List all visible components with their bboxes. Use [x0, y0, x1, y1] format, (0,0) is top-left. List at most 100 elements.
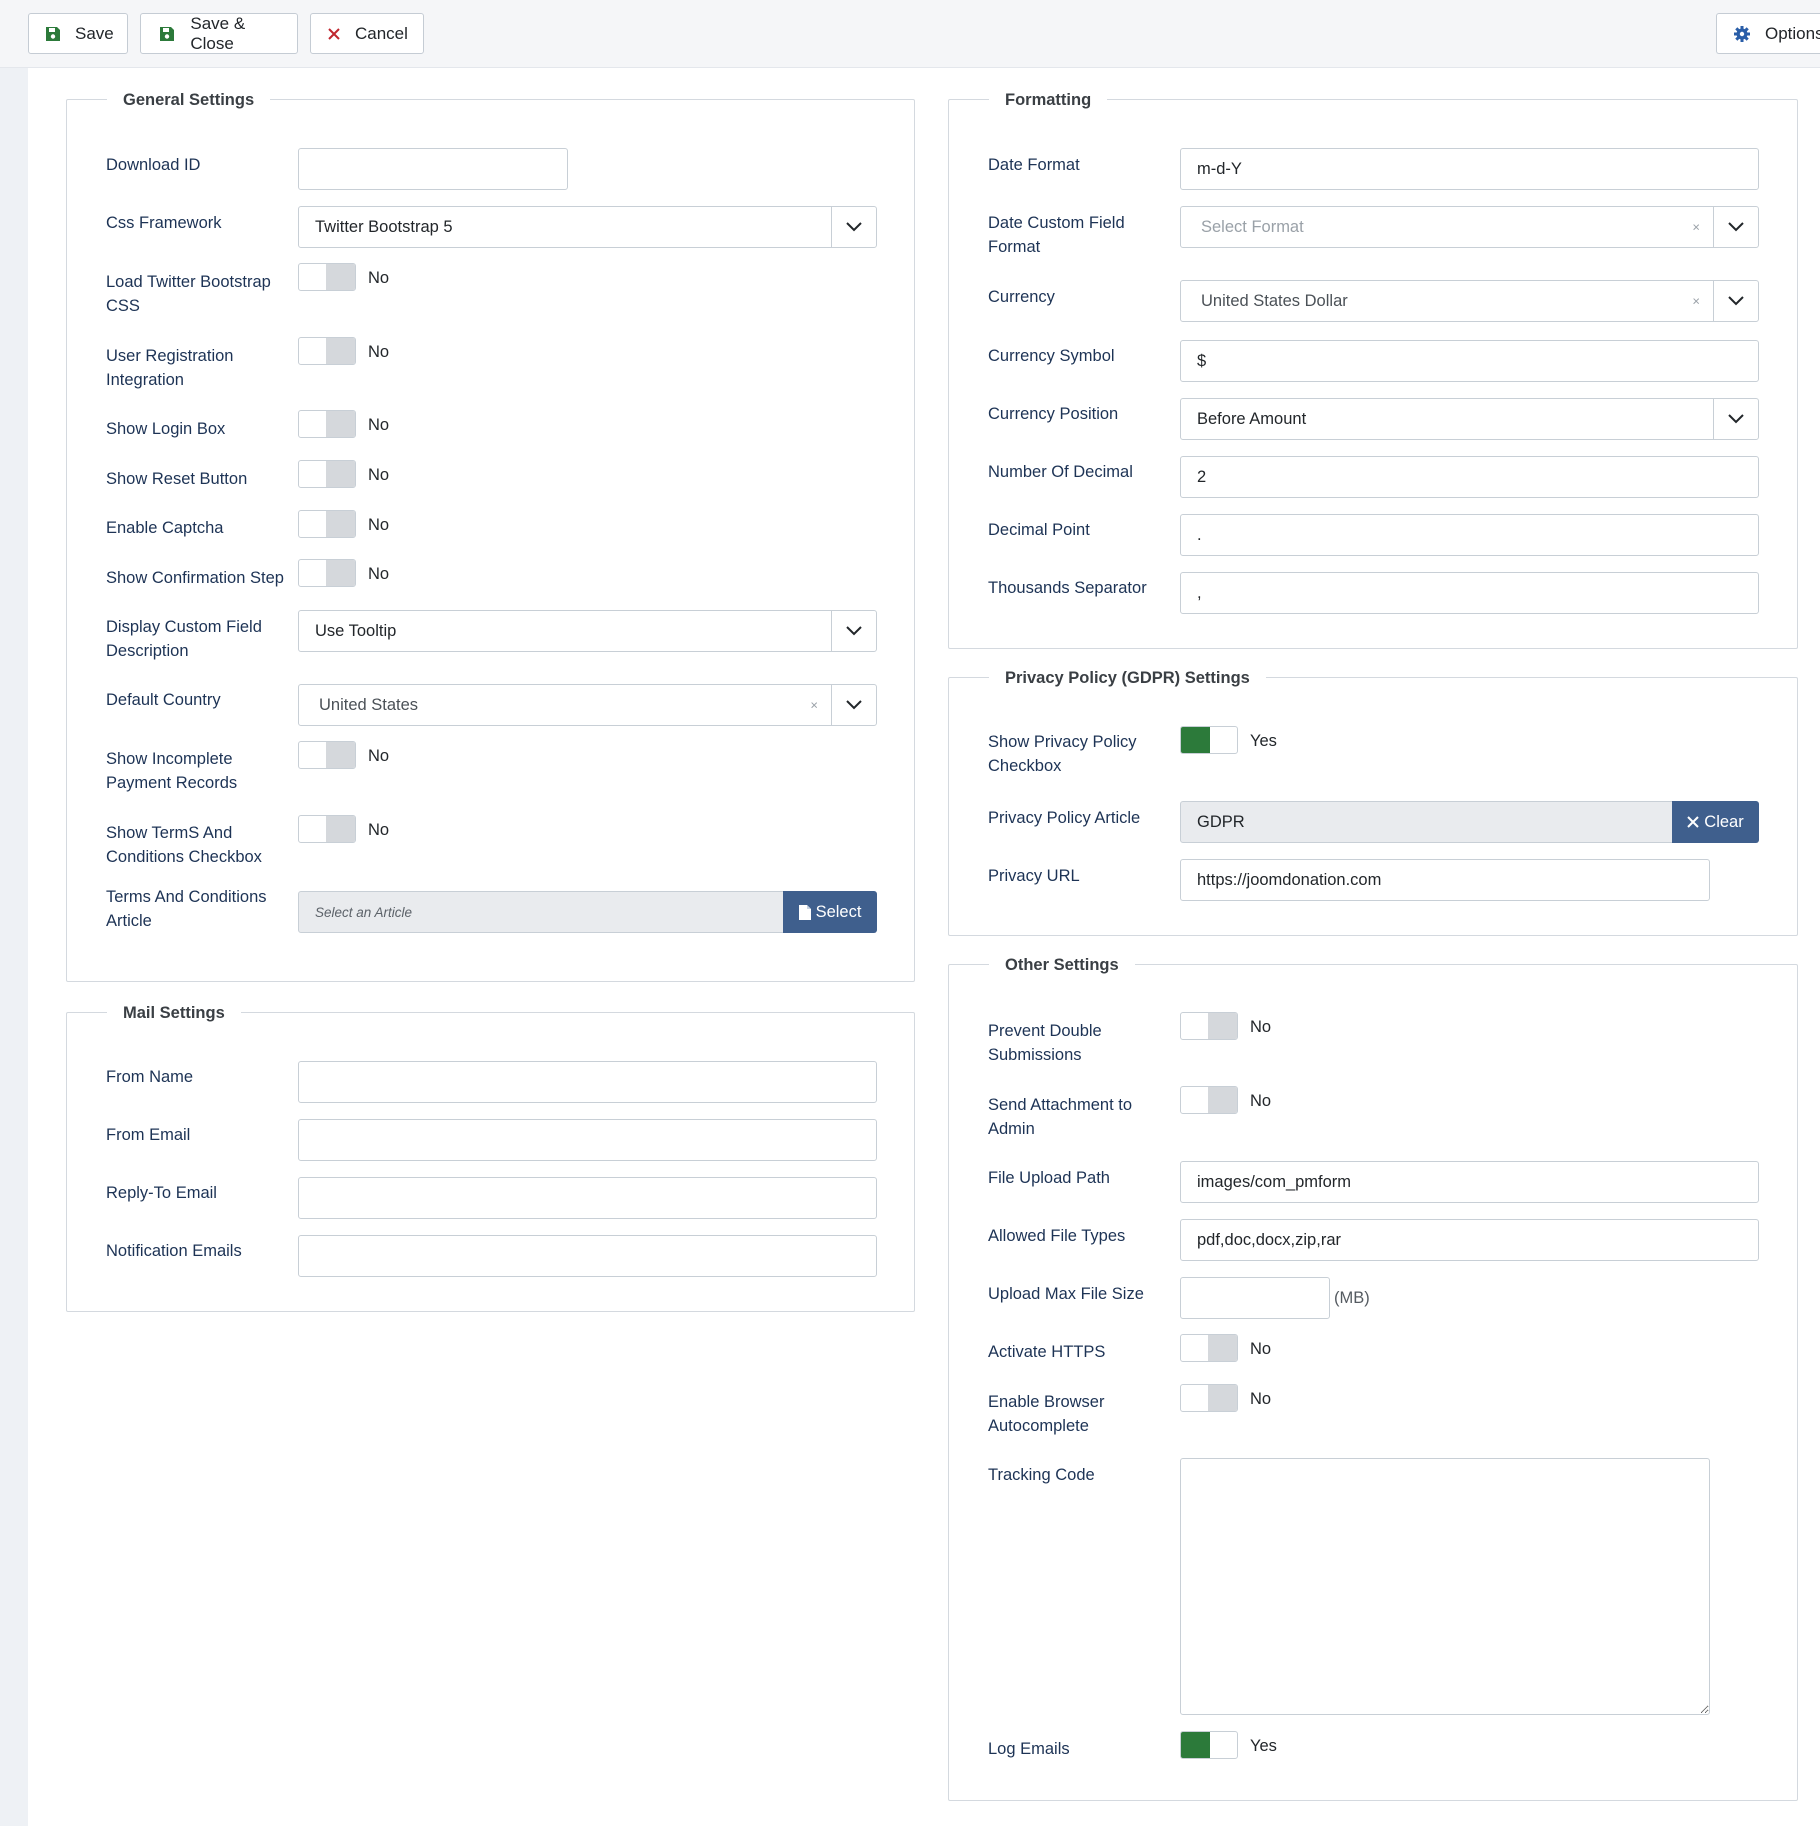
from-name-label: From Name: [106, 1068, 194, 1086]
send-attachment-value: No: [1250, 1092, 1272, 1110]
activate-https-toggle[interactable]: [1180, 1334, 1238, 1362]
date-format-label: Date Format: [988, 156, 1080, 174]
show-reset-label: Show Reset Button: [106, 470, 248, 488]
reply-to-label: Reply-To Email: [106, 1184, 217, 1202]
thousands-sep-value: ,: [1197, 583, 1202, 602]
show-login-label: Show Login Box: [106, 420, 226, 438]
show-reset-toggle[interactable]: [298, 460, 356, 488]
clear-article-button[interactable]: Clear: [1672, 801, 1759, 843]
enable-captcha-toggle[interactable]: [298, 510, 356, 538]
date-cf-format-select[interactable]: Select Format ×: [1180, 206, 1759, 248]
chevron-down-icon: [1713, 281, 1758, 321]
currency-position-select[interactable]: Before Amount: [1180, 398, 1759, 440]
other-settings-fieldset: Other Settings Prevent Double Submission…: [948, 953, 1798, 1801]
upload-path-label: File Upload Path: [988, 1169, 1110, 1187]
num-decimal-label: Number Of Decimal: [988, 463, 1133, 481]
terms-article-placeholder: Select an Article: [315, 904, 413, 920]
mail-settings-fieldset: Mail Settings From Name From Email Reply…: [66, 1001, 915, 1312]
log-emails-toggle[interactable]: [1180, 1731, 1238, 1759]
date-cf-format-placeholder: Select Format: [1201, 217, 1304, 236]
chevron-down-icon: [1713, 399, 1758, 439]
chevron-down-icon: [831, 207, 876, 247]
save-close-button[interactable]: Save & Close: [140, 13, 298, 54]
notification-emails-label: Notification Emails: [106, 1242, 242, 1260]
browser-autocomplete-toggle[interactable]: [1180, 1384, 1238, 1412]
currency-position-value: Before Amount: [1197, 409, 1307, 428]
send-attachment-toggle[interactable]: [1180, 1086, 1238, 1114]
privacy-article-field: GDPR: [1180, 801, 1673, 843]
general-settings-legend: General Settings: [107, 88, 271, 112]
privacy-checkbox-value: Yes: [1250, 732, 1277, 750]
upload-path-input[interactable]: images/com_pmform: [1180, 1161, 1759, 1203]
show-reset-value: No: [368, 466, 390, 484]
decimal-point-input[interactable]: .: [1180, 514, 1759, 556]
currency-select[interactable]: United States Dollar ×: [1180, 280, 1759, 322]
notification-emails-input[interactable]: [298, 1235, 877, 1277]
gear-icon: [1733, 25, 1751, 43]
upload-path-value: images/com_pmform: [1197, 1172, 1352, 1191]
terms-article-field: Select an Article: [298, 891, 784, 933]
tracking-code-textarea[interactable]: [1180, 1458, 1710, 1715]
load-bootstrap-label-2: CSS: [106, 297, 140, 315]
show-incomplete-label-1: Show Incomplete: [106, 750, 233, 768]
show-login-toggle[interactable]: [298, 410, 356, 438]
tracking-code-label: Tracking Code: [988, 1466, 1095, 1484]
load-bootstrap-toggle[interactable]: [298, 263, 356, 291]
enable-captcha-value: No: [368, 516, 390, 534]
toolbar: Save Save & Close Cancel Options: [0, 0, 1820, 68]
select-article-button[interactable]: Select: [783, 891, 877, 933]
clear-article-label: Clear: [1704, 812, 1744, 831]
options-button[interactable]: Options: [1716, 13, 1820, 54]
date-cf-format-label-1: Date Custom Field: [988, 214, 1125, 232]
cancel-button[interactable]: Cancel: [310, 13, 424, 54]
mail-settings-legend: Mail Settings: [107, 1001, 241, 1025]
left-sidebar-edge: [0, 68, 28, 1826]
display-cf-desc-select[interactable]: Use Tooltip: [298, 610, 877, 652]
thousands-sep-input[interactable]: ,: [1180, 572, 1759, 614]
from-name-input[interactable]: [298, 1061, 877, 1103]
clear-icon[interactable]: ×: [1692, 220, 1700, 235]
css-framework-select[interactable]: Twitter Bootstrap 5: [298, 206, 877, 248]
save-label: Save: [75, 23, 114, 43]
allowed-types-label: Allowed File Types: [988, 1227, 1126, 1245]
terms-article-label-2: Article: [106, 912, 152, 930]
show-login-value: No: [368, 416, 390, 434]
send-attachment-label-2: Admin: [988, 1120, 1035, 1138]
num-decimal-input[interactable]: 2: [1180, 456, 1759, 498]
browser-autocomplete-value: No: [1250, 1390, 1272, 1408]
from-email-input[interactable]: [298, 1119, 877, 1161]
default-country-select[interactable]: United States ×: [298, 684, 877, 726]
date-format-input[interactable]: m-d-Y: [1180, 148, 1759, 190]
activate-https-value: No: [1250, 1340, 1272, 1358]
download-id-input[interactable]: [298, 148, 568, 190]
save-button[interactable]: Save: [28, 13, 128, 54]
display-cf-desc-value: Use Tooltip: [315, 621, 397, 640]
privacy-legend: Privacy Policy (GDPR) Settings: [989, 666, 1266, 690]
cancel-label: Cancel: [355, 23, 408, 43]
max-size-input[interactable]: [1180, 1277, 1330, 1319]
user-registration-label-2: Integration: [106, 371, 184, 389]
chevron-down-icon: [831, 685, 876, 725]
decimal-point-label: Decimal Point: [988, 521, 1090, 539]
privacy-url-input[interactable]: https://joomdonation.com: [1180, 859, 1710, 901]
clear-icon[interactable]: ×: [810, 698, 818, 713]
privacy-article-label: Privacy Policy Article: [988, 809, 1141, 827]
show-confirmation-toggle[interactable]: [298, 559, 356, 587]
general-settings-fieldset: General Settings Download ID Css Framewo…: [66, 88, 915, 982]
privacy-checkbox-toggle[interactable]: [1180, 726, 1238, 754]
enable-captcha-label: Enable Captcha: [106, 519, 224, 537]
currency-symbol-input[interactable]: $: [1180, 340, 1759, 382]
currency-value: United States Dollar: [1201, 291, 1348, 310]
allowed-types-input[interactable]: pdf,doc,docx,zip,rar: [1180, 1219, 1759, 1261]
privacy-checkbox-label-1: Show Privacy Policy: [988, 733, 1137, 751]
show-incomplete-toggle[interactable]: [298, 741, 356, 769]
user-registration-toggle[interactable]: [298, 337, 356, 365]
select-article-label: Select: [815, 902, 862, 921]
privacy-article-value: GDPR: [1197, 812, 1245, 831]
prevent-double-toggle[interactable]: [1180, 1012, 1238, 1040]
clear-icon[interactable]: ×: [1692, 294, 1700, 309]
reply-to-input[interactable]: [298, 1177, 877, 1219]
css-framework-label: Css Framework: [106, 214, 222, 232]
browser-autocomplete-label-2: Autocomplete: [988, 1417, 1089, 1435]
show-terms-toggle[interactable]: [298, 815, 356, 843]
